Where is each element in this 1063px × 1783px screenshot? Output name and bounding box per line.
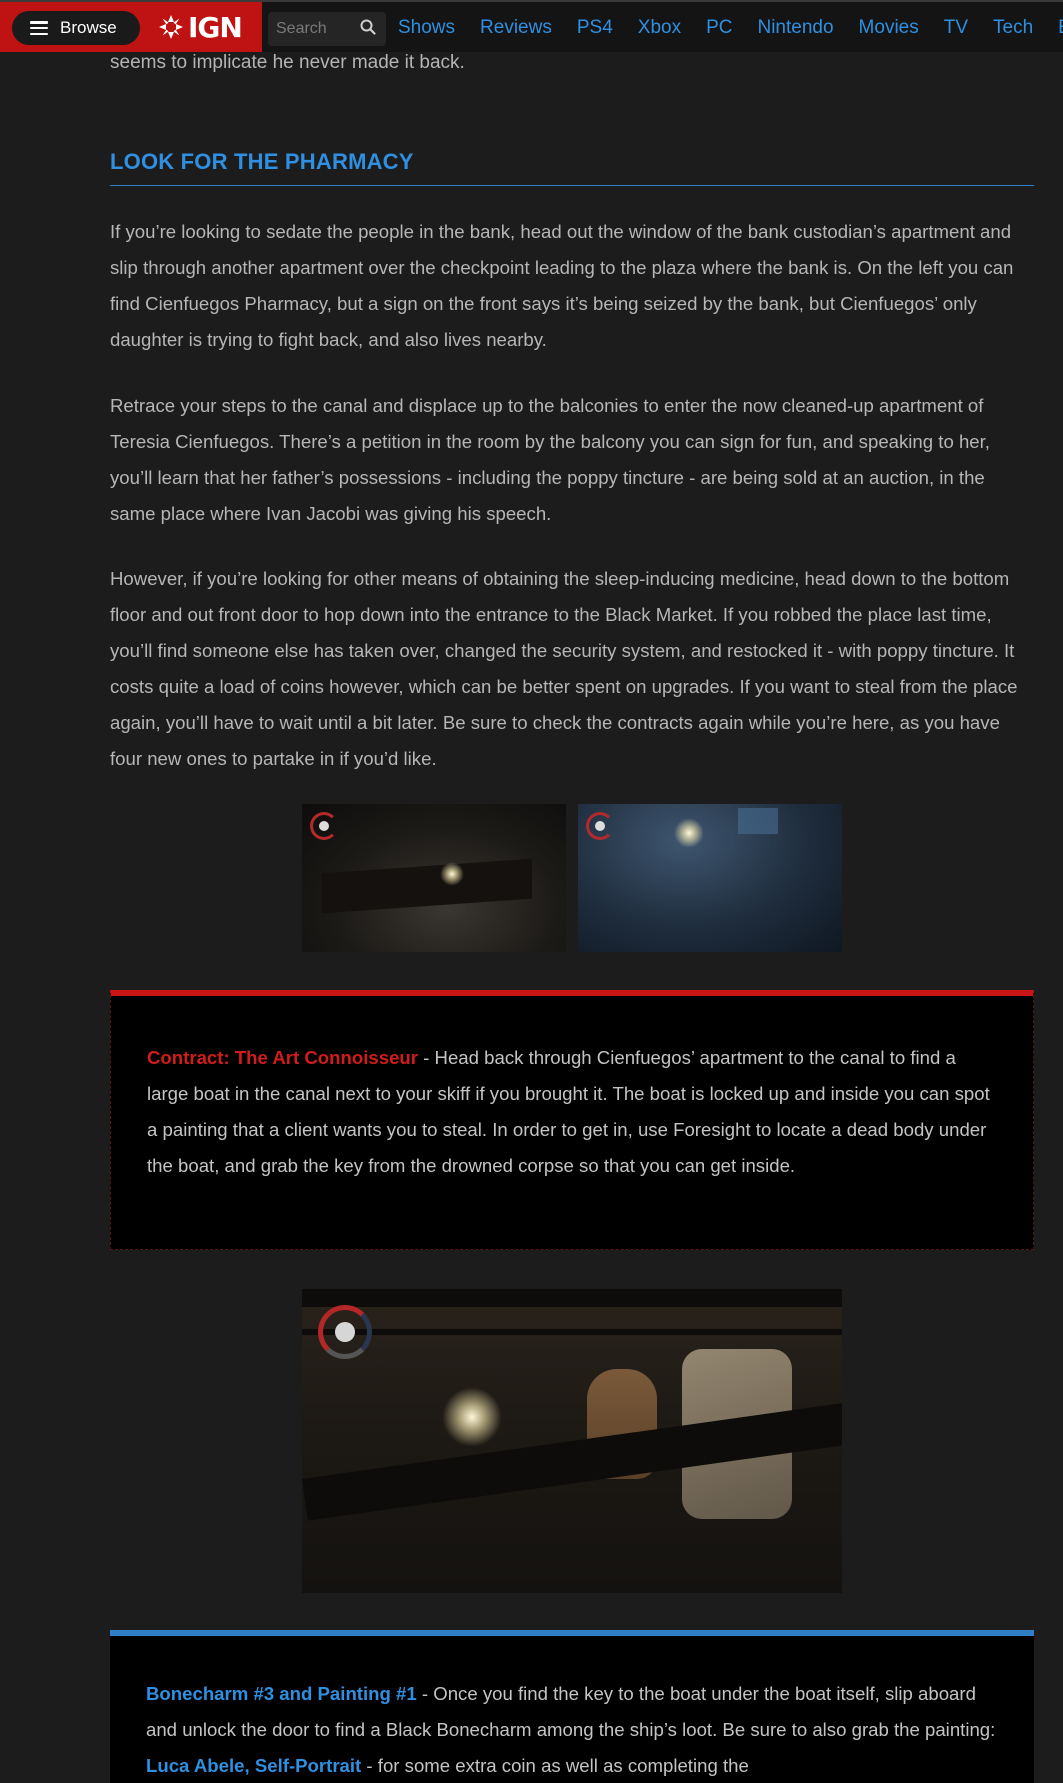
nav-link-xbox[interactable]: Xbox <box>638 17 681 39</box>
screenshot-image[interactable] <box>578 804 842 952</box>
screenshot-image-large[interactable] <box>302 1289 842 1593</box>
bonecharm-label[interactable]: Bonecharm #3 and Painting #1 <box>146 1683 417 1704</box>
nav-link-shows[interactable]: Shows <box>398 17 455 39</box>
logo-text: IGN <box>188 10 243 44</box>
nav-link-ps4[interactable]: PS4 <box>577 17 613 39</box>
article-text-fragment: seems to implicate he never made it back… <box>110 52 465 73</box>
screenshot-image[interactable] <box>302 804 566 952</box>
ign-logo-mark-icon <box>158 14 184 40</box>
ign-logo[interactable]: IGN <box>158 10 243 44</box>
nav-link-nintendo[interactable]: Nintendo <box>757 17 833 39</box>
section-heading: LOOK FOR THE PHARMACY <box>110 149 1034 186</box>
browse-button[interactable]: Browse <box>12 11 140 45</box>
contract-label: Contract: The Art Connoisseur <box>147 1047 418 1068</box>
contract-text: Contract: The Art Connoisseur - Head bac… <box>147 1040 997 1184</box>
contract-callout: Contract: The Art Connoisseur - Head bac… <box>110 990 1034 1250</box>
bonecharm-callout: Bonecharm #3 and Painting #1 - Once you … <box>110 1630 1034 1783</box>
article-paragraph-1: If you’re looking to sedate the people i… <box>110 221 1014 350</box>
hud-icon <box>586 812 614 840</box>
nav-link-pc[interactable]: PC <box>706 17 732 39</box>
nav-link-tv[interactable]: TV <box>944 17 968 39</box>
screenshot-gallery <box>302 804 842 952</box>
search-input[interactable] <box>276 20 360 38</box>
bonecharm-description-end: - for some extra coin as well as complet… <box>361 1755 749 1776</box>
search-icon[interactable] <box>360 19 376 40</box>
nav-links: Shows Reviews PS4 Xbox PC Nintendo Movie… <box>398 2 1063 54</box>
painting-link[interactable]: Luca Abele, Self-Portrait <box>146 1755 361 1776</box>
bonecharm-text: Bonecharm #3 and Painting #1 - Once you … <box>146 1676 998 1783</box>
nav-link-tech[interactable]: Tech <box>993 17 1033 39</box>
nav-link-reviews[interactable]: Reviews <box>480 17 552 39</box>
hamburger-icon <box>30 21 48 35</box>
hud-icon <box>310 812 338 840</box>
hud-icon <box>318 1305 372 1359</box>
browse-label: Browse <box>60 18 117 37</box>
search-box[interactable] <box>268 12 386 46</box>
article-paragraph-2: Retrace your steps to the canal and disp… <box>110 395 990 524</box>
article-paragraph-3: However, if you’re looking for other mea… <box>110 568 1018 769</box>
nav-link-more[interactable]: E <box>1058 17 1063 39</box>
top-navigation: Browse IGN Search Shows Reviews PS4 Xbox… <box>0 0 1063 52</box>
nav-link-movies[interactable]: Movies <box>859 17 919 39</box>
